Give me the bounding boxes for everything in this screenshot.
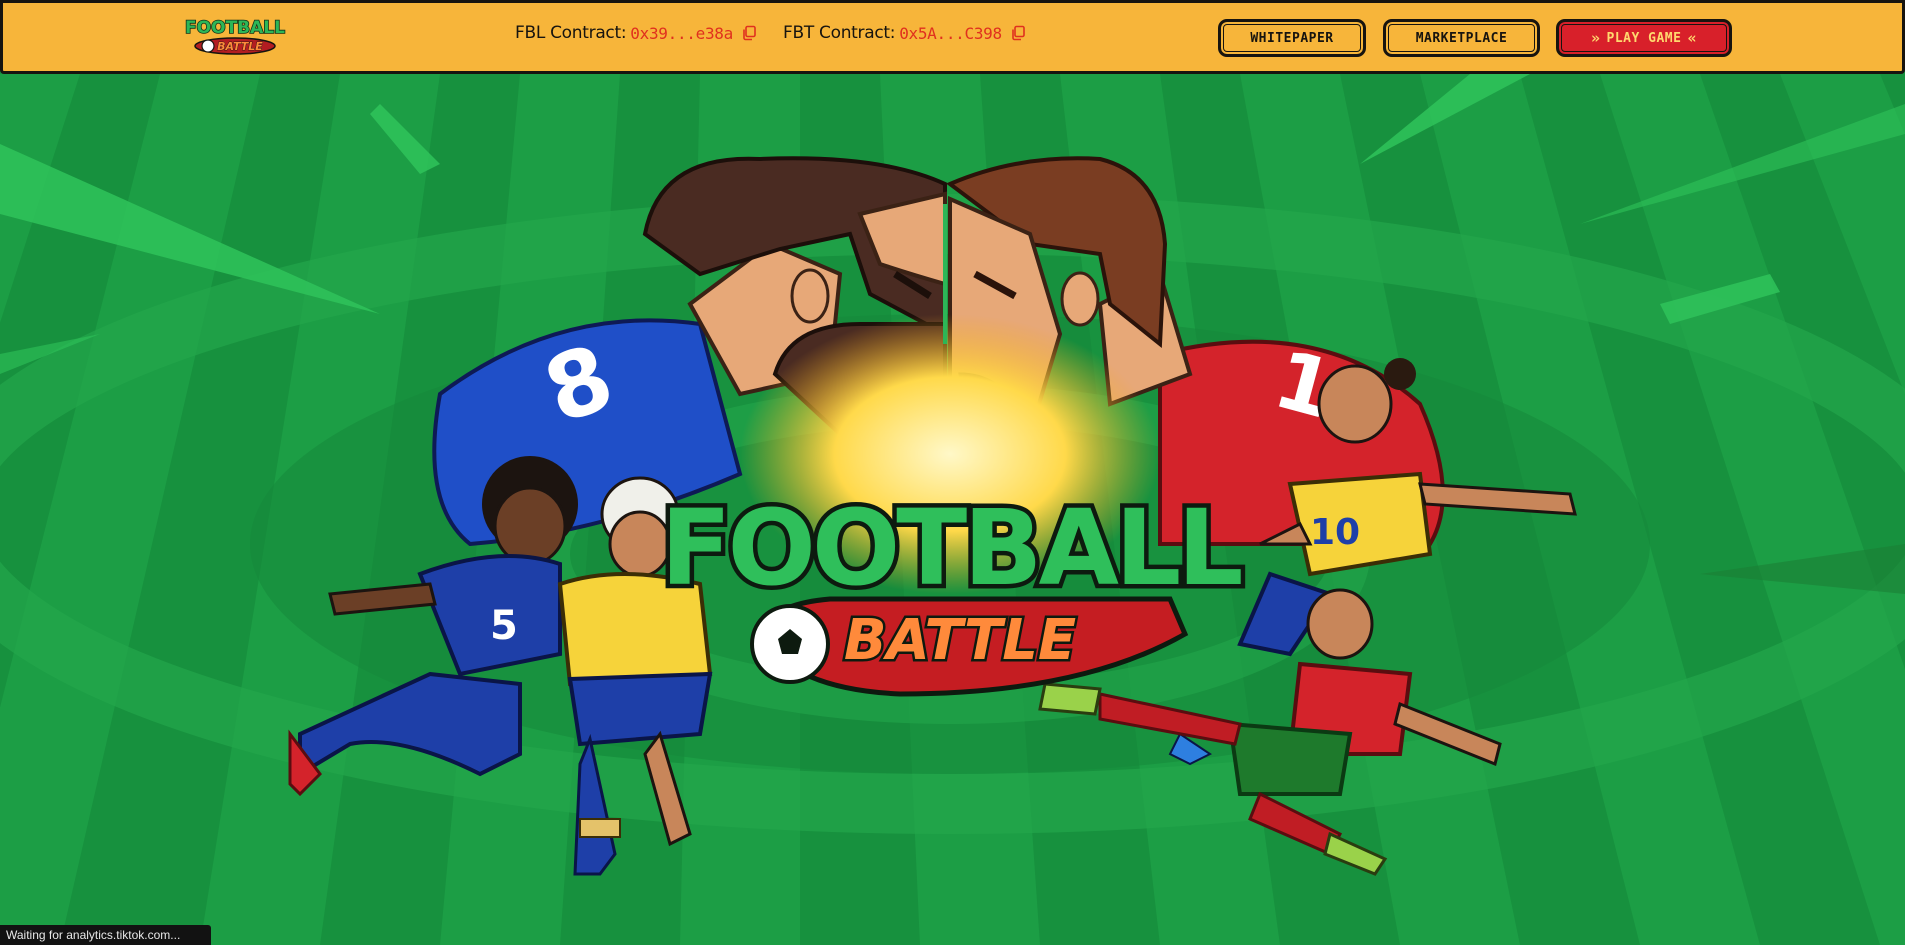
fbt-contract-address: 0x5A...C398 (899, 23, 1002, 43)
hero-illustration: 8 11 5 (0, 74, 1905, 945)
yellow-small-jersey-number: 10 (1310, 512, 1360, 553)
browser-status-bar: Waiting for analytics.tiktok.com... (0, 925, 211, 945)
fbl-contract: FBL Contract: 0x39...e38a (515, 23, 757, 43)
fbl-contract-address: 0x39...e38a (630, 23, 733, 43)
hero-title-line2: BATTLE (844, 608, 1076, 673)
fbt-contract: FBT Contract: 0x5A...C398 (783, 23, 1026, 43)
fbl-contract-label: FBL Contract: (515, 23, 627, 43)
top-navigation-bar: FOOTBALL BATTLE FBL Contract: 0x39...e38… (0, 0, 1905, 74)
football-battle-logo[interactable]: FOOTBALL BATTLE (178, 16, 293, 56)
copy-icon[interactable] (1010, 25, 1026, 41)
hero-title-line1: FOOTBALL (660, 487, 1241, 609)
marketplace-button[interactable]: MARKETPLACE (1383, 19, 1540, 57)
logo-line1: FOOTBALL (185, 18, 285, 38)
play-game-button[interactable]: » PLAY GAME « (1556, 19, 1732, 57)
play-game-label: PLAY GAME (1606, 30, 1682, 46)
logo-line2: BATTLE (217, 40, 263, 53)
double-chevron-left-icon: « (1687, 29, 1697, 47)
fbt-contract-label: FBT Contract: (783, 23, 896, 43)
hero-banner: 8 11 5 (0, 74, 1905, 945)
blue-small-jersey-number: 5 (490, 603, 518, 649)
double-chevron-right-icon: » (1590, 29, 1601, 47)
whitepaper-button[interactable]: WHITEPAPER (1218, 19, 1366, 57)
copy-icon[interactable] (741, 25, 757, 41)
